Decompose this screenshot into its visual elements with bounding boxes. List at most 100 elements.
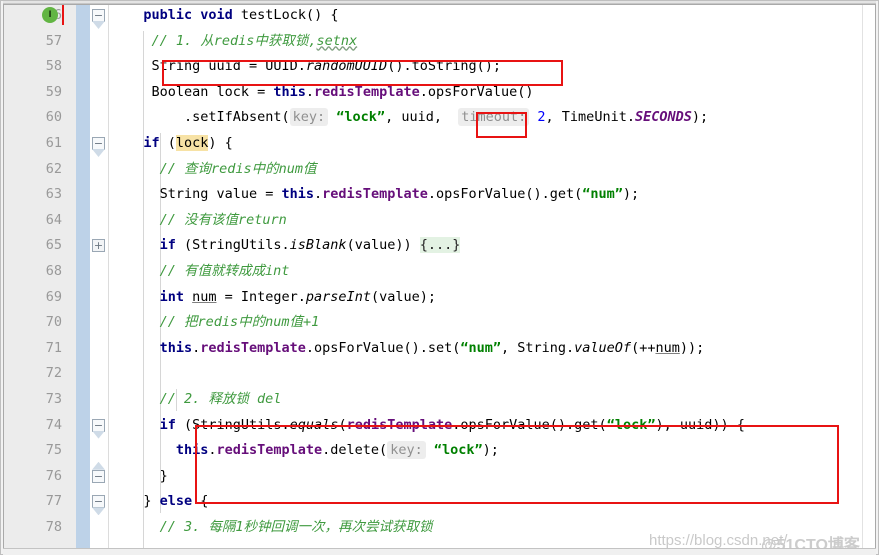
line-number[interactable]: 75 xyxy=(4,438,62,464)
line-number[interactable]: 58 xyxy=(4,54,62,80)
line-number[interactable]: 60 xyxy=(4,105,62,131)
line-number[interactable]: 71 xyxy=(4,336,62,362)
code-token: . xyxy=(306,84,314,100)
code-token: (StringUtils. xyxy=(176,237,290,253)
code-token: int xyxy=(160,289,184,305)
code-token: this xyxy=(282,186,315,202)
line-number[interactable]: 61 xyxy=(4,131,62,157)
code-line[interactable]: // 没有该值return xyxy=(160,208,287,234)
code-token: } xyxy=(143,493,159,509)
code-line[interactable]: // 有值就转成成int xyxy=(160,259,290,285)
fold-expand-icon[interactable]: + xyxy=(92,239,105,252)
line-number[interactable]: 74 xyxy=(4,413,62,439)
code-line[interactable]: if (lock) { xyxy=(143,131,232,157)
code-line[interactable]: } else { xyxy=(143,489,208,515)
line-number[interactable]: 65 xyxy=(4,233,62,259)
code-token: String uuid = UUID. xyxy=(151,58,305,74)
code-token: ); xyxy=(483,442,499,458)
line-number[interactable]: 68 xyxy=(4,259,62,285)
code-line[interactable]: // 2. 释放锁 del xyxy=(160,387,282,413)
caret-marker xyxy=(62,5,64,25)
code-token xyxy=(442,109,458,125)
code-token: (value)) xyxy=(347,237,420,253)
code-token: .opsForValue() xyxy=(420,84,534,100)
code-token: { xyxy=(192,493,208,509)
code-token: void xyxy=(200,7,233,23)
vertical-scrollbar[interactable] xyxy=(862,5,875,553)
code-token: } xyxy=(160,468,168,484)
code-token: “num” xyxy=(582,186,623,202)
code-token: {...} xyxy=(420,237,461,253)
editor-viewport: 5657585960616263646568697071727374757677… xyxy=(3,4,876,553)
code-token: parseInt xyxy=(306,289,371,305)
code-token: equals xyxy=(290,417,339,433)
line-number[interactable]: 78 xyxy=(4,515,62,541)
code-line[interactable]: // 把redis中的num值+1 xyxy=(160,310,320,336)
code-token: // 有值就转成成int xyxy=(160,263,290,279)
code-token: redisTemplate xyxy=(216,442,322,458)
code-token: = Integer. xyxy=(217,289,306,305)
code-token: // 查询redis中的num值 xyxy=(160,161,317,177)
fold-collapse-icon[interactable]: − xyxy=(92,470,105,483)
code-line[interactable]: // 3. 每隔1秒钟回调一次，再次尝试获取锁 xyxy=(160,515,433,541)
code-token: , TimeUnit. xyxy=(546,109,635,125)
code-token: // 2. 释放锁 del xyxy=(160,391,282,407)
line-number[interactable]: 64 xyxy=(4,208,62,234)
line-number[interactable]: 63 xyxy=(4,182,62,208)
fold-collapse-icon[interactable]: − xyxy=(92,495,105,508)
code-token: timeout: xyxy=(458,108,529,126)
line-number[interactable]: 62 xyxy=(4,157,62,183)
code-token: , xyxy=(385,109,401,125)
code-token: // 没有该值return xyxy=(160,212,287,228)
code-token: ); xyxy=(623,186,639,202)
code-token: ().toString(); xyxy=(387,58,501,74)
code-token: testLock() { xyxy=(233,7,339,23)
code-token: (++ xyxy=(631,340,655,356)
line-number[interactable]: 76 xyxy=(4,464,62,490)
run-test-icon[interactable]: I xyxy=(42,7,58,23)
code-line[interactable]: String value = this.redisTemplate.opsFor… xyxy=(160,182,640,208)
code-token: .setIfAbsent( xyxy=(184,109,290,125)
code-token: redisTemplate xyxy=(314,84,420,100)
code-token: SECONDS xyxy=(635,109,692,125)
code-token: num xyxy=(655,340,679,356)
code-line[interactable]: } xyxy=(160,464,168,490)
code-line[interactable]: this.redisTemplate.delete(key: “lock”); xyxy=(176,438,499,464)
line-number[interactable]: 73 xyxy=(4,387,62,413)
line-number[interactable]: 69 xyxy=(4,285,62,311)
code-token: “lock” xyxy=(336,109,385,125)
code-line[interactable]: // 查询redis中的num值 xyxy=(160,157,317,183)
code-line[interactable]: Boolean lock = this.redisTemplate.opsFor… xyxy=(151,80,533,106)
code-token: else xyxy=(160,493,193,509)
code-token: “lock” xyxy=(607,417,656,433)
line-number[interactable]: 77 xyxy=(4,489,62,515)
code-line[interactable]: this.redisTemplate.opsForValue().set(“nu… xyxy=(160,336,705,362)
code-line[interactable]: if (StringUtils.isBlank(value)) {...} xyxy=(160,233,461,259)
window-bottom-edge xyxy=(3,548,876,555)
code-token: this xyxy=(176,442,209,458)
code-token: // 把redis中的num值+1 xyxy=(160,314,320,330)
code-line[interactable]: .setIfAbsent(key: “lock”, uuid, timeout:… xyxy=(184,105,708,131)
code-line[interactable]: // 1. 从redis中获取锁,setnx xyxy=(151,29,357,55)
code-content[interactable]: public void testLock() {// 1. 从redis中获取锁… xyxy=(109,5,875,553)
fold-collapse-icon[interactable]: − xyxy=(92,9,105,22)
code-token: key: xyxy=(387,441,426,459)
line-number[interactable]: 59 xyxy=(4,80,62,106)
code-line[interactable]: String uuid = UUID.randomUUID().toString… xyxy=(151,54,501,80)
annotation-strip[interactable] xyxy=(76,5,90,553)
code-line[interactable]: if (StringUtils.equals(redisTemplate.ops… xyxy=(160,413,745,439)
code-token: // 3. 每隔1秒钟回调一次，再次尝试获取锁 xyxy=(160,519,433,535)
code-token: valueOf xyxy=(574,340,631,356)
line-number[interactable]: 72 xyxy=(4,361,62,387)
code-line[interactable]: int num = Integer.parseInt(value); xyxy=(160,285,436,311)
fold-collapse-icon[interactable]: − xyxy=(92,137,105,150)
editor-screenshot: 5657585960616263646568697071727374757677… xyxy=(0,0,879,555)
code-token: ( xyxy=(160,135,176,151)
code-token: String value = xyxy=(160,186,282,202)
code-line[interactable]: public void testLock() { xyxy=(143,5,338,29)
fold-collapse-icon[interactable]: − xyxy=(92,419,105,432)
code-token: 2 xyxy=(537,109,545,125)
line-number[interactable]: 57 xyxy=(4,29,62,55)
code-token: isBlank xyxy=(290,237,347,253)
line-number[interactable]: 70 xyxy=(4,310,62,336)
